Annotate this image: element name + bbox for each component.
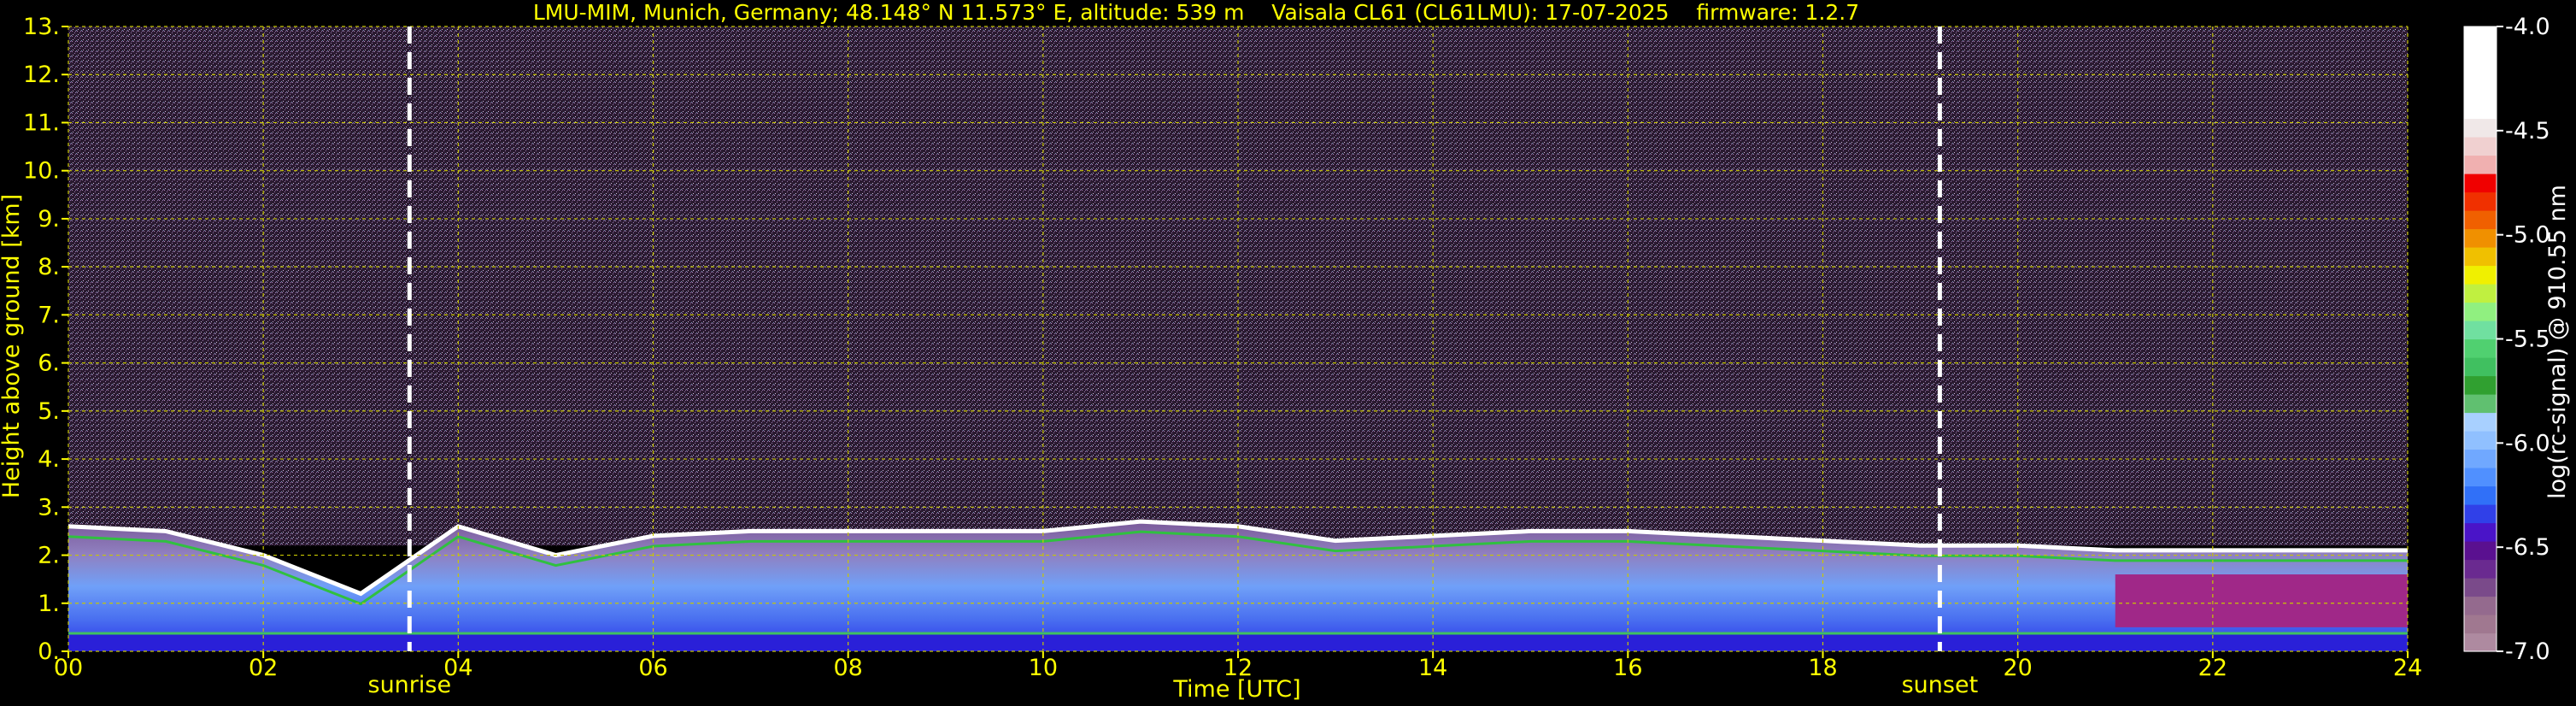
y-tick-label: 4. [38,446,60,473]
y-tick-label: 6. [38,350,60,377]
colorbar-segment [2464,596,2497,615]
colorbar-tick-label: -7.0 [2505,638,2550,665]
x-tick-label: 08 [833,655,862,681]
residual-layer [2115,574,2408,627]
y-tick-label: 10. [23,158,60,185]
colorbar-segment [2464,559,2497,579]
colorbar-segment [2464,504,2497,524]
colorbar-segment [2464,174,2497,193]
y-tick-label: 1. [38,591,60,617]
chart-svg: sunrise sunset 00 02 04 06 08 10 12 14 16 18 20 22 24… [0,0,2571,703]
y-tick-label: 9. [38,206,60,232]
ceilometer-chart: sunrise sunset 00 02 04 06 08 10 12 14 16 18 20 22 24… [0,0,2576,706]
colorbar-segment [2464,265,2497,285]
colorbar-tick-label: -4.0 [2505,14,2550,40]
surface-layer-edge [68,632,2408,635]
colorbar-segment [2464,284,2497,303]
y-axis-ticks: 0. 1. 2. 3. 4. 5. 6. 7. 8. 9. 10. 11. 12. 13. [23,14,68,665]
colorbar-segment [2464,228,2497,248]
event-label-sunset: sunset [1902,672,1979,698]
colorbar-segment [2464,247,2497,267]
colorbar-tick-label: -5.5 [2505,327,2550,353]
colorbar-segment [2464,375,2497,395]
x-tick-label: 24 [2393,655,2422,681]
colorbar-segment [2464,63,2497,83]
colorbar-tick-label: -4.5 [2505,118,2550,144]
colorbar-segment [2464,100,2497,120]
colorbar-tick-label: -5.0 [2505,222,2550,249]
y-tick-label: 12. [23,62,60,88]
colorbar-segment [2464,210,2497,230]
y-tick-label: 7. [38,302,60,328]
colorbar-segment [2464,191,2497,211]
colorbar: -7.0 -6.5 -6.0 -5.5 -5.0 -4.5 -4.0 [2463,14,2550,665]
colorbar-segment [2464,615,2497,634]
x-tick-label: 10 [1029,655,1058,681]
colorbar-segment [2464,578,2497,597]
colorbar-segment [2464,338,2497,358]
y-tick-label: 11. [23,109,60,136]
x-tick-label: 18 [1808,655,1837,681]
colorbar-segment [2464,118,2497,138]
colorbar-segment [2464,357,2497,377]
y-tick-label: 13. [23,14,60,40]
x-tick-label: 06 [638,655,667,681]
colorbar-segment [2464,541,2497,561]
colorbar-segment [2464,468,2497,487]
colorbar-segment [2464,137,2497,156]
colorbar-segment [2464,302,2497,321]
colorbar-segment [2464,394,2497,414]
colorbar-segment [2464,522,2497,542]
x-tick-label: 02 [249,655,278,681]
event-label-sunrise: sunrise [368,672,452,698]
colorbar-segment [2464,26,2497,46]
x-tick-label: 20 [2003,655,2032,681]
colorbar-segment [2464,485,2497,505]
x-tick-label: 04 [443,655,472,681]
colorbar-segment [2464,81,2497,101]
y-axis-label: Height above ground [km] [0,194,25,498]
colorbar-segment [2464,321,2497,340]
x-axis-label: Time [UTC] [1172,676,1300,703]
y-tick-label: 5. [38,398,60,425]
colorbar-segment [2464,449,2497,468]
colorbar-tick-label: -6.5 [2505,534,2550,561]
y-tick-label: 3. [38,494,60,521]
colorbar-label: log(rc-signal) @ 910.55 nm [2544,185,2571,499]
colorbar-segment [2464,44,2497,64]
colorbar-tick-label: -6.0 [2505,430,2550,456]
x-tick-label: 14 [1418,655,1447,681]
x-tick-label: 22 [2198,655,2227,681]
y-tick-label: 0. [38,638,60,665]
y-tick-label: 8. [38,254,60,280]
colorbar-segment [2464,412,2497,432]
colorbar-segment [2464,632,2497,652]
colorbar-segment [2464,155,2497,174]
y-tick-label: 2. [38,543,60,569]
x-tick-label: 16 [1613,655,1642,681]
colorbar-segment [2464,431,2497,450]
chart-title: LMU-MIM, Munich, Germany; 48.148° N 11.5… [533,0,1859,25]
